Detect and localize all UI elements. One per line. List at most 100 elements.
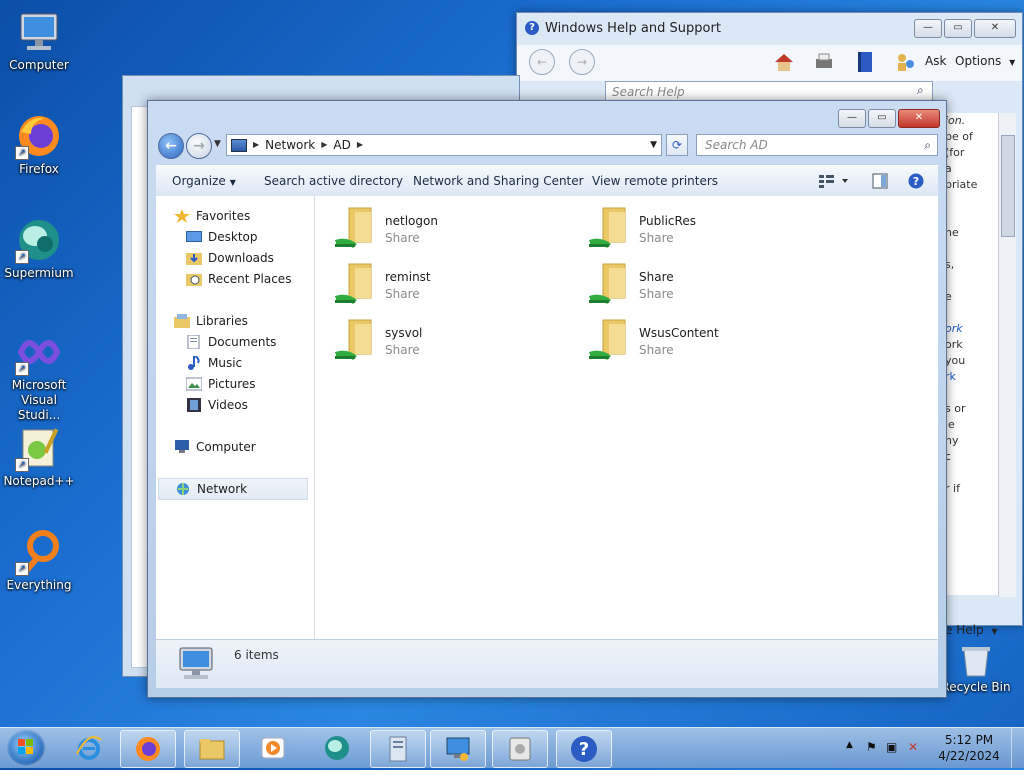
breadcrumb-ad[interactable]: AD <box>333 135 350 155</box>
breadcrumb-separator-icon[interactable]: ▶ <box>357 135 363 155</box>
help-icon: ? <box>525 21 539 35</box>
minimize-button[interactable]: — <box>838 109 866 128</box>
desktop-icon-label: Everything <box>6 578 72 592</box>
nav-libraries[interactable]: Libraries <box>174 311 248 331</box>
nav-label: Network <box>197 482 248 496</box>
nav-label: Favorites <box>196 209 251 223</box>
shared-folder-icon <box>587 318 631 362</box>
close-button[interactable]: ✕ <box>974 19 1016 38</box>
desktop-icon-computer[interactable]: Computer <box>1 8 77 73</box>
clock[interactable]: 5:12 PM 4/22/2024 <box>934 732 1004 764</box>
search-icon[interactable]: ⌕ <box>917 83 924 98</box>
taskbar-help-and-support[interactable]: ? <box>556 730 612 768</box>
maximize-button[interactable]: ▭ <box>868 109 896 128</box>
forward-button[interactable]: → <box>186 133 212 159</box>
close-button[interactable]: ✕ <box>898 109 940 128</box>
preview-pane-icon[interactable] <box>872 173 888 192</box>
system-tray: ▲ ⚑ ▣ ✕ 5:12 PM 4/22/2024 <box>834 728 1024 768</box>
chevron-down-icon: ▼ <box>229 178 236 187</box>
forward-icon[interactable]: → <box>569 49 595 75</box>
scrollbar-thumb[interactable] <box>1001 135 1015 237</box>
back-button[interactable]: ← <box>158 133 184 159</box>
nav-downloads[interactable]: Downloads <box>186 248 274 268</box>
nav-pictures[interactable]: Pictures <box>185 374 256 394</box>
help-scrollbar[interactable] <box>998 113 1016 597</box>
back-icon[interactable]: ← <box>529 49 555 75</box>
start-button[interactable] <box>6 729 46 767</box>
browse-help-icon[interactable] <box>855 50 875 74</box>
maximize-button[interactable]: ▭ <box>944 19 972 38</box>
file-list: netlogon Share PublicRes Share reminst Share S… <box>315 196 938 639</box>
share-type: Share <box>385 231 420 245</box>
nav-favorites[interactable]: Favorites <box>174 206 250 226</box>
taskbar-firefox[interactable] <box>120 730 176 768</box>
svg-text:?: ? <box>913 175 919 188</box>
nav-recent-places[interactable]: Recent Places <box>186 269 291 289</box>
desktop-icon-notepadpp[interactable]: ↗ Notepad++ <box>1 424 77 489</box>
explorer-window[interactable]: — ▭ ✕ ← → ▼ ▶ Network ▶ AD ▶ ▼ ⟳ Search … <box>147 100 947 698</box>
taskbar-media-player[interactable] <box>246 730 300 766</box>
taskbar-internet-explorer[interactable] <box>62 730 116 766</box>
desktop-icon-visual-studio[interactable]: ↗ Microsoft Visual Studi... <box>1 328 77 423</box>
media-player-icon <box>259 734 287 762</box>
desktop-icon-label: Supermium <box>4 266 74 280</box>
address-bar[interactable]: ▶ Network ▶ AD ▶ ▼ <box>226 134 662 156</box>
ask-icon[interactable] <box>895 51 917 73</box>
desktop-icon-everything[interactable]: ↗ Everything <box>1 528 77 593</box>
minimize-button[interactable]: — <box>914 19 942 38</box>
taskbar-windows-explorer[interactable] <box>184 730 240 768</box>
breadcrumb-network[interactable]: Network <box>265 135 315 155</box>
taskbar-supermium[interactable] <box>310 730 364 766</box>
search-active-directory-button[interactable]: Search active directory <box>264 166 403 196</box>
network-sharing-center-button[interactable]: Network and Sharing Center <box>413 166 584 196</box>
network-share-item[interactable]: WsusContent Share <box>585 314 835 366</box>
organize-button[interactable]: Organize ▼ <box>172 166 236 196</box>
help-search-input[interactable]: Search Help <box>605 81 933 101</box>
desktop-icon-firefox[interactable]: ↗ Firefox <box>1 112 77 177</box>
taskbar-app-4[interactable] <box>430 730 486 768</box>
breadcrumb-separator-icon[interactable]: ▶ <box>253 135 259 155</box>
network-share-item[interactable]: reminst Share <box>331 258 581 310</box>
nav-videos[interactable]: Videos <box>186 395 248 415</box>
command-bar: Organize ▼ Search active directory Networ… <box>156 165 938 197</box>
address-history-dropdown-icon[interactable]: ▼ <box>650 135 657 155</box>
refresh-button[interactable]: ⟳ <box>666 134 688 156</box>
print-icon[interactable] <box>813 51 835 73</box>
nav-network[interactable]: Network <box>158 478 308 500</box>
everything-icon: ↗ <box>15 528 63 576</box>
search-icon[interactable]: ⌕ <box>924 135 931 155</box>
nav-documents[interactable]: Documents <box>186 332 276 352</box>
change-view-icon[interactable] <box>818 173 850 192</box>
breadcrumb-separator-icon[interactable]: ▶ <box>321 135 327 155</box>
network-share-item[interactable]: sysvol Share <box>331 314 581 366</box>
clock-time: 5:12 PM <box>944 733 994 747</box>
help-footer-menu[interactable]: e Help ▼ <box>945 623 998 637</box>
help-titlebar[interactable]: ? Windows Help and Support — ▭ ✕ <box>517 13 1022 45</box>
share-name: reminst <box>385 270 431 284</box>
volume-muted-icon[interactable]: ✕ <box>908 740 918 754</box>
view-remote-printers-button[interactable]: View remote printers <box>592 166 718 196</box>
taskbar-app-5[interactable] <box>492 730 548 768</box>
network-share-item[interactable]: Share Share <box>585 258 835 310</box>
nav-music[interactable]: Music <box>186 353 242 373</box>
action-center-flag-icon[interactable]: ⚑ <box>866 740 877 754</box>
ask-label[interactable]: Ask <box>925 54 946 68</box>
network-share-item[interactable]: PublicRes Share <box>585 202 835 254</box>
network-status-icon[interactable]: ▣ <box>886 740 897 754</box>
recent-pages-dropdown-icon[interactable]: ▼ <box>214 139 221 149</box>
home-icon[interactable] <box>773 51 795 73</box>
network-share-item[interactable]: netlogon Share <box>331 202 581 254</box>
desktop-icon-recycle-bin[interactable]: Recycle Bin <box>938 644 1014 695</box>
options-menu[interactable]: Options ▼ <box>955 54 1015 68</box>
desktop-icon-supermium[interactable]: ↗ Supermium <box>1 216 77 281</box>
help-window-title: Windows Help and Support <box>545 21 721 36</box>
nav-computer[interactable]: Computer <box>174 437 256 457</box>
desktop-icon-label: Notepad++ <box>3 474 75 488</box>
desktop-icon-label: Microsoft Visual Studi... <box>11 378 67 422</box>
nav-desktop[interactable]: Desktop <box>186 227 258 247</box>
show-desktop-button[interactable] <box>1011 728 1024 768</box>
show-hidden-icons-icon[interactable]: ▲ <box>846 740 853 750</box>
search-input[interactable]: Search AD ⌕ <box>696 134 938 156</box>
taskbar-app-3[interactable] <box>370 730 426 768</box>
help-icon[interactable]: ? <box>908 173 924 192</box>
